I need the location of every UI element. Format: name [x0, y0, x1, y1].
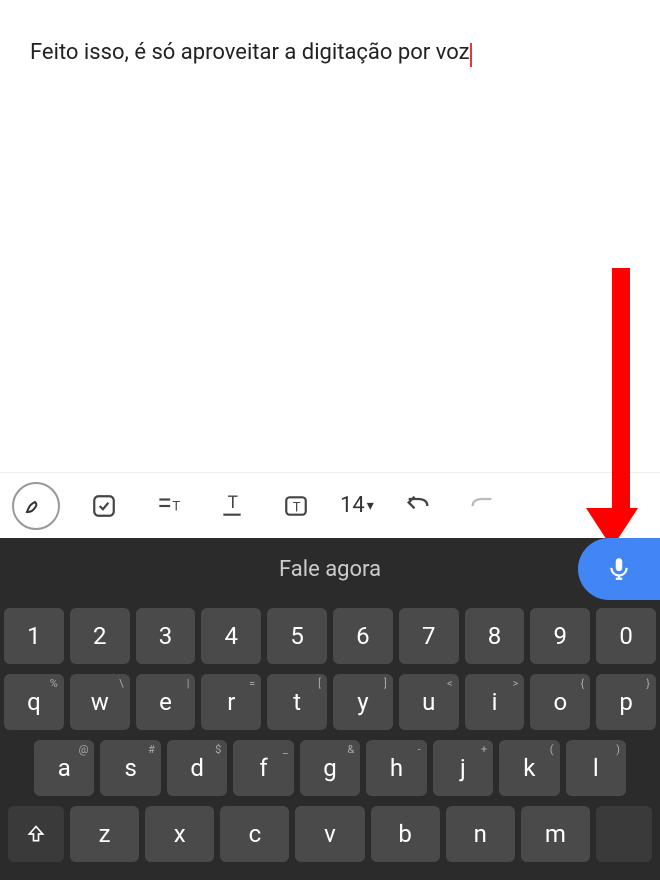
key-6[interactable]: 6 — [333, 608, 393, 664]
underline-tool-button[interactable]: T — [212, 486, 252, 526]
pen-icon — [24, 494, 48, 518]
key-1[interactable]: 1 — [4, 608, 64, 664]
key-9[interactable]: 9 — [530, 608, 590, 664]
undo-button[interactable] — [398, 486, 438, 526]
key-t[interactable]: [t — [267, 674, 327, 730]
keyboard-row-qwerty: %q \w |e =r [t ]y <u >i {o }p — [4, 674, 656, 730]
key-4[interactable]: 4 — [201, 608, 261, 664]
key-g[interactable]: &g — [300, 740, 360, 796]
textbox-tool-button[interactable]: T — [276, 486, 316, 526]
key-w[interactable]: \w — [70, 674, 130, 730]
microphone-button[interactable] — [578, 538, 660, 600]
keyboard-row-numbers: 1 2 3 4 5 6 7 8 9 0 — [4, 608, 656, 664]
indent-tool-button[interactable]: T — [148, 486, 188, 526]
key-5[interactable]: 5 — [267, 608, 327, 664]
key-i[interactable]: >i — [465, 674, 525, 730]
key-x[interactable]: x — [145, 806, 214, 862]
editor-text: Feito isso, é só aproveitar a digitação … — [30, 40, 470, 65]
key-3[interactable]: 3 — [136, 608, 196, 664]
key-r[interactable]: =r — [201, 674, 261, 730]
pen-tool-button[interactable] — [12, 482, 60, 530]
key-z[interactable]: z — [70, 806, 139, 862]
key-n[interactable]: n — [446, 806, 515, 862]
svg-text:T: T — [228, 493, 238, 513]
key-v[interactable]: v — [295, 806, 364, 862]
editor-toolbar: T T T 14 ▾ — [0, 472, 660, 538]
redo-icon — [468, 492, 496, 520]
key-y[interactable]: ]y — [333, 674, 393, 730]
keyboard-row-asdf: @a #s $d _f &g -h +j (k )l — [4, 740, 656, 796]
checkbox-icon — [91, 493, 117, 519]
text-cursor — [470, 43, 472, 67]
textbox-icon: T — [283, 493, 309, 519]
font-size-selector[interactable]: 14 ▾ — [340, 493, 374, 518]
microphone-icon — [606, 556, 632, 582]
dropdown-arrow-icon: ▾ — [367, 498, 374, 514]
key-f[interactable]: _f — [233, 740, 293, 796]
key-o[interactable]: {o — [530, 674, 590, 730]
key-b[interactable]: b — [371, 806, 440, 862]
undo-icon — [404, 492, 432, 520]
key-m[interactable]: m — [521, 806, 590, 862]
key-8[interactable]: 8 — [465, 608, 525, 664]
key-l[interactable]: )l — [566, 740, 626, 796]
key-7[interactable]: 7 — [399, 608, 459, 664]
redo-button[interactable] — [462, 486, 502, 526]
key-h[interactable]: -h — [366, 740, 426, 796]
svg-text:T: T — [293, 500, 301, 515]
backspace-key[interactable] — [596, 806, 652, 862]
key-s[interactable]: #s — [100, 740, 160, 796]
key-u[interactable]: <u — [399, 674, 459, 730]
key-q[interactable]: %q — [4, 674, 64, 730]
key-c[interactable]: c — [220, 806, 289, 862]
key-e[interactable]: |e — [136, 674, 196, 730]
underline-text-icon: T — [219, 493, 245, 519]
keyboard-row-zxcv: z x c v b n m — [4, 806, 656, 862]
font-size-value: 14 — [340, 493, 365, 518]
indent-icon: T — [155, 493, 181, 519]
key-0[interactable]: 0 — [596, 608, 656, 664]
voice-input-bar: Fale agora — [0, 538, 660, 600]
on-screen-keyboard: 1 2 3 4 5 6 7 8 9 0 %q \w |e =r [t ]y <u… — [0, 600, 660, 880]
editor-area[interactable]: Feito isso, é só aproveitar a digitação … — [0, 0, 660, 472]
key-2[interactable]: 2 — [70, 608, 130, 664]
key-p[interactable]: }p — [596, 674, 656, 730]
shift-icon — [26, 824, 46, 844]
key-k[interactable]: (k — [499, 740, 559, 796]
key-d[interactable]: $d — [167, 740, 227, 796]
checkbox-tool-button[interactable] — [84, 486, 124, 526]
shift-key[interactable] — [8, 806, 64, 862]
key-a[interactable]: @a — [34, 740, 94, 796]
key-j[interactable]: +j — [433, 740, 493, 796]
voice-prompt-text: Fale agora — [0, 557, 660, 582]
svg-text:T: T — [172, 499, 180, 514]
